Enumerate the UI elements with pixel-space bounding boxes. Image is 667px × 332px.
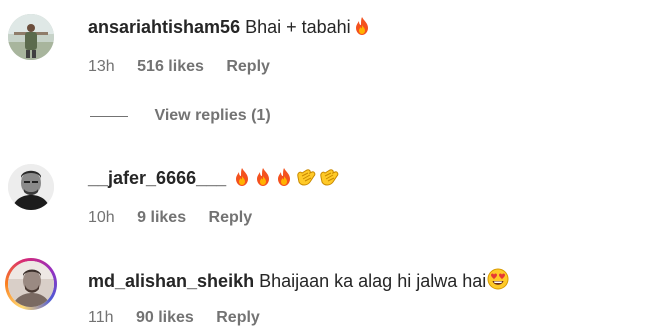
reply-button[interactable]: Reply <box>226 57 270 77</box>
fire-emoji <box>232 167 252 187</box>
comment-meta: 10h 9 likes Reply <box>88 208 270 228</box>
clapping-hands-emoji <box>318 167 340 187</box>
view-replies-divider <box>90 115 128 117</box>
comment-username[interactable]: __jafer_6666___ <box>88 168 226 188</box>
reply-button[interactable]: Reply <box>209 208 253 228</box>
avatar[interactable] <box>8 14 54 60</box>
fire-emoji <box>253 167 273 187</box>
avatar[interactable] <box>8 164 54 210</box>
comment-line: ansariahtisham56 Bhai + tabahi <box>88 16 372 38</box>
comment-time: 10h <box>88 209 115 226</box>
comment-line: md_alishan_sheikh Bhaijaan ka alag hi ja… <box>88 268 509 292</box>
fire-emoji <box>274 167 294 187</box>
view-replies-button[interactable]: View replies (1) <box>90 107 271 129</box>
view-replies-label: View replies (1) <box>154 107 271 124</box>
comment-time: 11h <box>88 309 114 326</box>
comment-likes[interactable]: 9 likes <box>137 208 186 228</box>
comment-likes[interactable]: 516 likes <box>137 57 204 77</box>
comment-username[interactable]: ansariahtisham56 <box>88 17 240 37</box>
comment-text: Bhaijaan ka alag hi jalwa hai <box>259 271 487 291</box>
fire-emoji <box>352 16 372 36</box>
comment-meta: 13h 516 likes Reply <box>88 57 288 77</box>
comment-text: Bhai + tabahi <box>245 17 351 37</box>
heart-eyes-emoji <box>487 268 509 290</box>
comment-time: 13h <box>88 58 115 75</box>
comment-username[interactable]: md_alishan_sheikh <box>88 271 254 291</box>
comment-likes[interactable]: 90 likes <box>136 308 194 328</box>
story-ring[interactable] <box>5 258 57 310</box>
comment-line: __jafer_6666___ <box>88 167 340 189</box>
avatar <box>8 261 54 307</box>
clapping-hands-emoji <box>295 167 317 187</box>
comment-meta: 11h 90 likes Reply <box>88 308 278 328</box>
reply-button[interactable]: Reply <box>216 308 260 328</box>
